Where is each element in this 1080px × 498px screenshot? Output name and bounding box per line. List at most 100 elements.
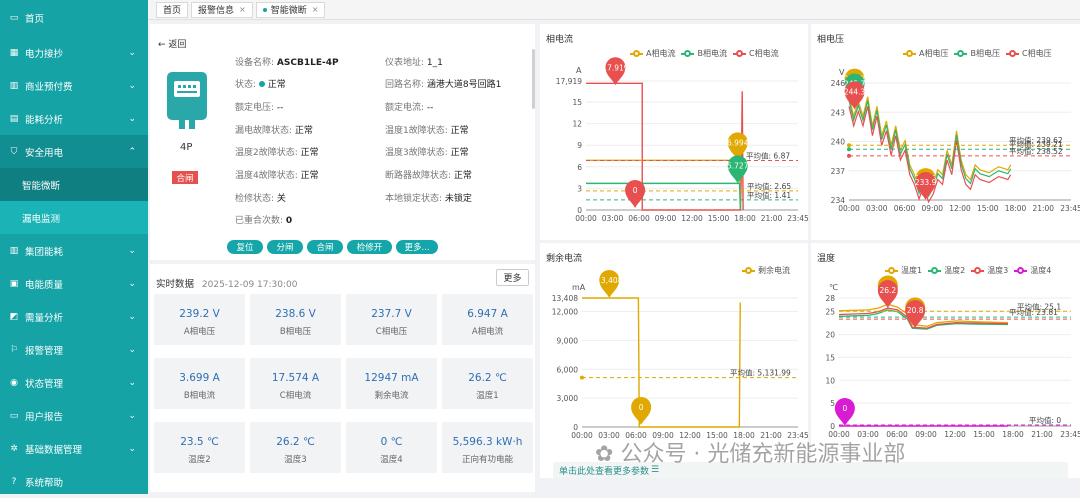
realtime-card: 12947 mA 剩余电流 <box>346 358 437 409</box>
y-tick-label: 243 <box>831 108 846 117</box>
avg-dot <box>580 375 584 380</box>
meter-icon: ▦ <box>9 47 19 58</box>
breaker-fault-label: 断路器故障状态: <box>385 171 452 181</box>
t4-fault-label: 温度4故障状态: <box>235 171 298 181</box>
sidebar-item-group-energy[interactable]: ▥ 集团能耗 ⌄ <box>0 234 148 267</box>
y-tick-label: 240 <box>831 138 846 147</box>
card-value: 17.574 A <box>271 372 320 384</box>
close-icon[interactable]: × <box>312 5 319 14</box>
t3-fault: 正常 <box>450 148 469 158</box>
x-tick-label: 12:00 <box>949 204 971 213</box>
shield-icon: ⛉ <box>10 146 18 157</box>
tab-smart-breaker[interactable]: 智能微断 × <box>255 1 326 18</box>
marker-label: 6.994 <box>727 138 749 147</box>
y-tick-label: 10 <box>825 376 835 385</box>
card-value: 238.6 V <box>275 308 316 320</box>
sidebar-item-meter-reading[interactable]: ▦ 电力接抄 ⌄ <box>0 36 148 69</box>
x-tick-label: 15:00 <box>708 214 730 223</box>
avg-dot <box>847 153 851 158</box>
chevron-down-icon: ⌄ <box>128 47 136 58</box>
marker-label: 0 <box>639 403 644 412</box>
average-label: 平均值: 5,131.99 <box>730 368 791 378</box>
sidebar-item-smart-breaker[interactable]: 智能微断 <box>0 168 148 201</box>
x-tick-label: 00:00 <box>571 431 593 440</box>
y-tick-label: 20 <box>825 331 835 340</box>
sidebar-item-alarm[interactable]: ⚐ 报警管理 ⌄ <box>0 333 148 366</box>
y-tick-label: 237 <box>831 167 846 176</box>
maintenance-on-button[interactable]: 检修开 <box>347 240 392 254</box>
marker-label: 0 <box>842 404 847 413</box>
sidebar-item-demand[interactable]: ◩ 需量分析 ⌄ <box>0 300 148 333</box>
monitor-icon: ▭ <box>9 13 19 23</box>
marker-label: 244.3 <box>844 87 866 96</box>
sidebar-item-report[interactable]: ▭ 用户报告 ⌄ <box>0 399 148 432</box>
avg-dot <box>847 143 851 148</box>
card-label: B相电流 <box>183 391 216 401</box>
card-value: 3.699 A <box>179 372 220 384</box>
x-tick-label: 12:00 <box>944 430 966 439</box>
reset-button[interactable]: 复位 <box>227 240 263 254</box>
device-info-panel: ← 返回 4P 合闸 设备名称: ASCB1LE-4P 仪表地址: 1_1 状态… <box>150 24 535 260</box>
x-tick-label: 09:00 <box>655 214 677 223</box>
x-tick-label: 18:00 <box>734 214 756 223</box>
sidebar-item-prepaid[interactable]: ▥ 商业预付费 ⌄ <box>0 69 148 102</box>
more-button[interactable]: 更多 <box>496 269 529 286</box>
chevron-down-icon: ⌄ <box>128 344 136 355</box>
sidebar-item-energy-analysis[interactable]: ▤ 能耗分析 ⌄ <box>0 102 148 135</box>
x-tick-label: 15:00 <box>977 204 999 213</box>
name-label: 设备名称: <box>235 58 275 68</box>
realtime-title: 实时数据 <box>156 279 195 290</box>
sidebar-item-safety[interactable]: ⛉ 安全用电 ⌃ <box>0 135 148 168</box>
sidebar-item-base-data[interactable]: ✲ 基础数据管理 ⌄ <box>0 432 148 465</box>
x-tick-label: 21:00 <box>1032 204 1054 213</box>
sidebar-item-status[interactable]: ◉ 状态管理 ⌄ <box>0 366 148 399</box>
status-dot-icon <box>258 81 265 87</box>
leak-fault: 正常 <box>294 126 313 136</box>
y-tick-label: 3 <box>577 184 582 193</box>
t4-fault: 正常 <box>300 171 319 181</box>
alarm-icon: ⚐ <box>9 344 19 355</box>
tab-home[interactable]: 首页 <box>156 1 189 18</box>
realtime-panel: 实时数据 2025-12-09 17:30:00 更多 239.2 V A相电压 2… <box>150 264 535 492</box>
status-icon: ◉ <box>10 377 18 388</box>
tab-alarm-info[interactable]: 报警信息 × <box>191 1 253 18</box>
wechat-icon: ✿ <box>595 442 614 467</box>
close-icon[interactable]: × <box>239 5 246 14</box>
average-label: 平均值: 23.81 <box>1009 307 1058 317</box>
sidebar-item-help[interactable]: ? 系统帮助 <box>0 465 148 498</box>
sidebar-item-power-quality[interactable]: ▣ 电能质量 ⌄ <box>0 267 148 300</box>
marker-label: 26.2 <box>879 286 896 295</box>
rated-current-label: 额定电流: <box>385 103 425 113</box>
chevron-down-icon: ⌄ <box>128 80 136 91</box>
average-label: 平均值: 2.65 <box>747 181 791 191</box>
t2-fault: 正常 <box>300 148 319 158</box>
reclose-label: 已重合次数: <box>235 216 284 226</box>
t1-fault-label: 温度1故障状态: <box>385 126 448 136</box>
y-tick-label: 3,000 <box>557 394 579 403</box>
sidebar-item-home[interactable]: ▭ 首页 <box>0 0 148 36</box>
state-label: 状态: <box>235 80 257 90</box>
card-value: 23.5 ℃ <box>180 436 219 448</box>
chevron-down-icon: ⌄ <box>128 113 136 124</box>
close-breaker-button[interactable]: 合闸 <box>307 240 343 254</box>
series-line-b <box>586 182 742 211</box>
sidebar-item-leakage[interactable]: 漏电监测 <box>0 201 148 234</box>
x-tick-label: 21:00 <box>1031 430 1053 439</box>
back-button[interactable]: ← 返回 <box>158 37 186 50</box>
help-icon: ? <box>11 476 17 487</box>
card-label: 温度2 <box>188 455 211 465</box>
y-tick-label: 28 <box>825 294 835 303</box>
chart-svg: V24624324023723400:00 03:00 06:00 09:00 12:0… <box>831 68 1080 213</box>
t2-fault-label: 温度2故障状态: <box>235 148 298 158</box>
y-tick-label: 6,000 <box>557 365 579 374</box>
card-value: 26.2 ℃ <box>468 372 507 384</box>
average-label: 平均值: 0 <box>1029 415 1061 425</box>
average-label: 平均值: 238.52 <box>1009 146 1063 156</box>
report-icon: ▭ <box>9 410 19 421</box>
maintenance-label: 检修状态: <box>235 194 275 204</box>
scrollbar[interactable] <box>532 49 535 109</box>
open-breaker-button[interactable]: 分闸 <box>267 240 303 254</box>
more-actions-button[interactable]: 更多... <box>396 240 438 254</box>
rated-voltage-label: 额定电压: <box>235 103 275 113</box>
marker-label: 5.727 <box>727 161 749 170</box>
